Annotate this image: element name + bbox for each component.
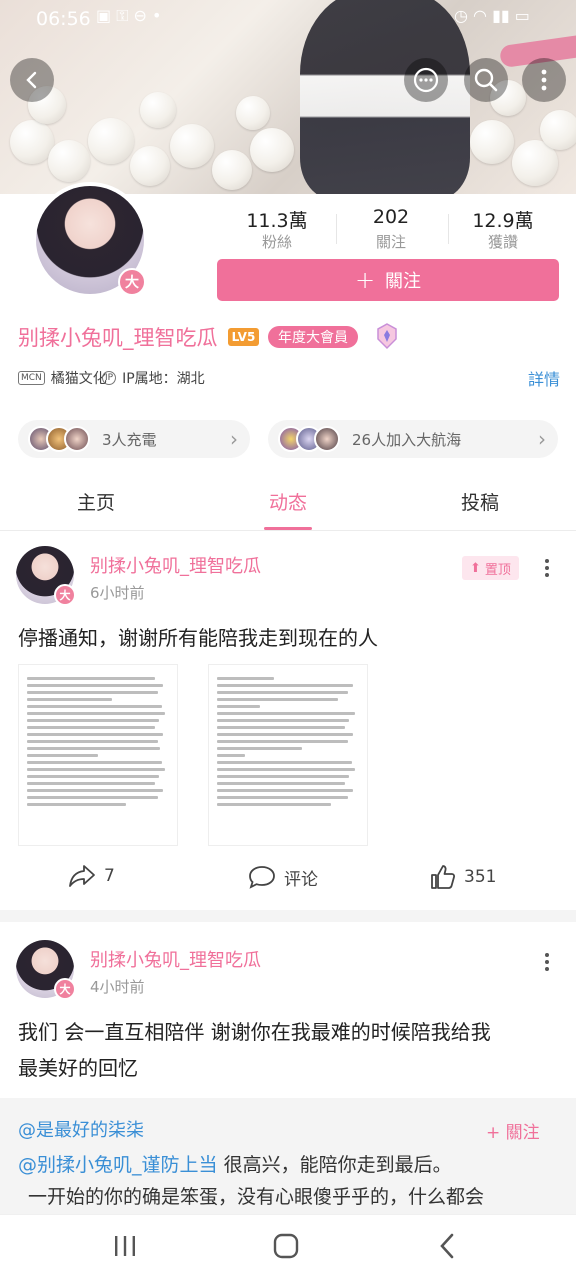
follow-button-label: 關注 [385,271,422,292]
charger-avatar [64,426,90,452]
back-nav-icon[interactable] [436,1232,458,1260]
tab-home[interactable]: 主页 [0,488,192,515]
details-link[interactable]: 詳情 [528,366,560,390]
chevron-right-icon: › [538,427,546,451]
pinned-badge: ⬆ 置顶 [462,556,519,580]
following-label: 關注 [375,233,406,251]
level-badge: LV5 [228,328,259,346]
post-more-button[interactable] [545,950,551,974]
post-text-line-1: 我们 会一直互相陪伴 谢谢你在我最难的时候陪我给我 [18,1020,491,1044]
post-author-name[interactable]: 别揉小兔叽_理智吃瓜 [90,552,261,578]
repost-mention[interactable]: @别揉小兔叽_谨防上当 [18,1154,218,1176]
post-text-line-2: 最美好的回忆 [18,1056,138,1080]
pin-arrow-icon: ⬆ [470,560,481,576]
share-button[interactable]: 7 [68,864,115,888]
comment-label: 评论 [284,869,318,890]
ip-location: IP属地：湖北 [122,371,205,387]
share-icon [69,865,95,887]
like-button[interactable]: 351 [430,864,496,890]
post-image-1[interactable] [18,664,178,846]
share-count: 7 [104,866,115,886]
pinned-label: 置顶 [484,562,511,578]
post-avatar-badge: 大 [54,584,76,606]
repost-follow-button[interactable]: + 關注 [486,1118,540,1143]
fans-count[interactable]: 11.3萬 [222,206,332,233]
more-button[interactable] [522,58,566,102]
mcn-tag-icon: MCN [18,371,45,385]
repost-line-1: @别揉小兔叽_谨防上当 很高兴，能陪你走到最后。 [18,1150,452,1177]
fleet-card[interactable]: 26人加入大航海 › [268,420,558,458]
comment-button[interactable]: 评论 [248,864,318,890]
chat-bubble-icon [413,67,439,93]
thumbs-up-icon [431,865,456,889]
charge-text: 3人充電 [102,430,157,449]
repost-text-1: 很高兴，能陪你走到最后。 [223,1154,452,1176]
ip-tag-icon: IP [102,371,117,385]
profile-username: 别揉小兔叽_理智吃瓜 [18,326,218,350]
avatar-vip-badge: 大 [118,268,146,296]
like-count: 351 [464,867,497,887]
post-author-name[interactable]: 别揉小兔叽_理智吃瓜 [90,946,261,972]
post-image-2[interactable] [208,664,368,846]
post-avatar-badge: 大 [54,978,76,1000]
likes-count[interactable]: 12.9萬 [448,206,558,233]
tab-dynamics[interactable]: 动态 [192,488,384,515]
status-icons-left: ▣ ⚿ ⊖ • [96,6,162,25]
post-text: 停播通知，谢谢所有能陪我走到现在的人 [18,626,378,650]
ip-info: IP IP属地：湖北 [102,368,205,388]
status-icons-right: ◷ ◠ ▮▮ ▭ [454,6,530,25]
org-info[interactable]: MCN 橘猫文化 [18,368,107,388]
post-time: 4小时前 [90,978,145,996]
fleet-avatar [314,426,340,452]
plus-icon: + [354,266,376,294]
chevron-right-icon: › [230,427,238,451]
recent-apps-icon[interactable] [112,1232,138,1260]
post-more-button[interactable] [545,556,551,580]
status-time: 06:56 [36,8,91,30]
more-vertical-icon [541,69,547,91]
tab-uploads[interactable]: 投稿 [384,488,576,515]
home-icon[interactable] [272,1232,300,1260]
repost-line-2: 一开始的你的确是笨蛋，没有心眼傻乎乎的，什么都会 [28,1186,485,1208]
org-name: 橘猫文化 [50,371,107,387]
following-count[interactable]: 202 [336,206,446,228]
comment-icon [249,866,275,889]
search-button[interactable] [464,58,508,102]
likes-label: 獲讚 [487,233,518,251]
message-button[interactable] [404,58,448,102]
chevron-left-icon [26,71,37,89]
charge-card[interactable]: 3人充電 › [18,420,250,458]
medal-crest-icon [377,323,397,350]
annual-vip-badge[interactable]: 年度大會員 [268,326,358,348]
search-icon [474,68,498,92]
repost-author[interactable]: @是最好的柒柒 [18,1116,144,1142]
fleet-text: 26人加入大航海 [352,430,462,449]
post-time: 6小时前 [90,584,145,602]
back-button[interactable] [10,58,54,102]
fans-label: 粉絲 [261,233,292,251]
follow-button[interactable]: + 關注 [217,259,559,301]
